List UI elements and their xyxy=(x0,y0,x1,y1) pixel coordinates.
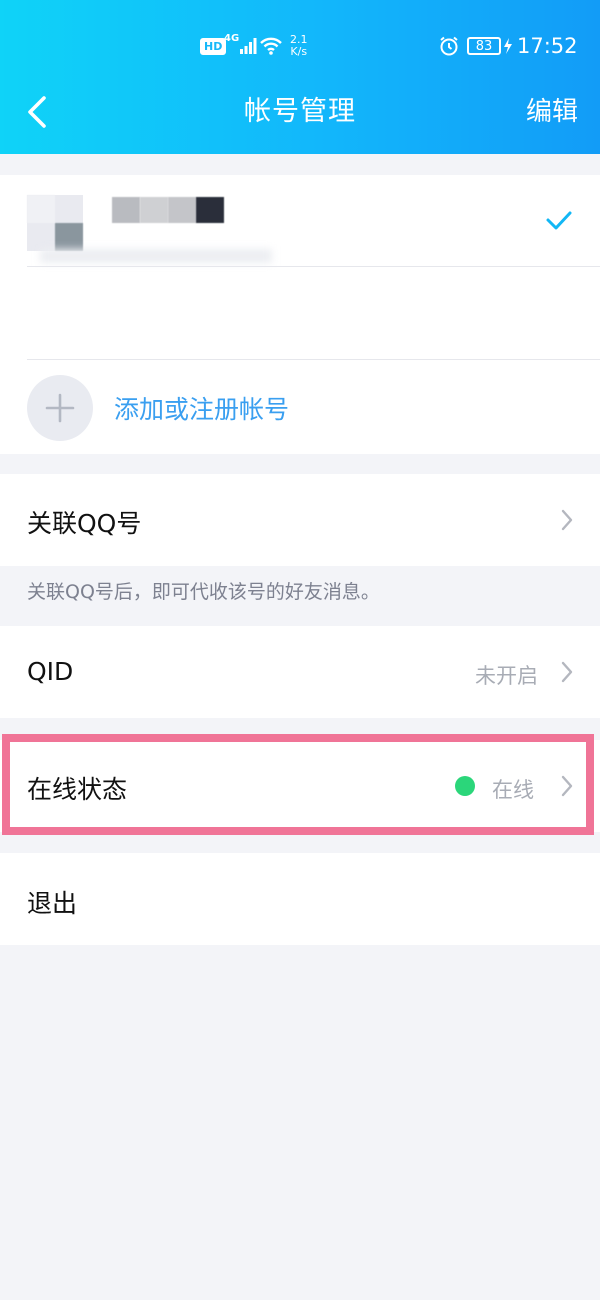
page-title: 帐号管理 xyxy=(244,96,356,127)
hd-badge: HD xyxy=(200,37,227,55)
add-account-row[interactable]: 添加或注册帐号 xyxy=(0,360,600,454)
link-qq-row[interactable]: 关联QQ号 xyxy=(0,474,600,566)
account-subtitle-blurred xyxy=(40,249,272,263)
online-status-label: 在线状态 xyxy=(27,775,128,804)
header: HD 4G 2.1 K/s 83 17:52 帐号管理 编辑 xyxy=(0,0,600,154)
network-speed: 2.1 K/s xyxy=(290,26,308,66)
edit-button[interactable]: 编辑 xyxy=(526,80,578,144)
hd-icon: HD xyxy=(200,26,227,66)
logout-label: 退出 xyxy=(27,889,78,918)
back-button[interactable] xyxy=(18,88,58,136)
account-row-current[interactable] xyxy=(0,175,600,265)
cellular-signal-icon: 4G xyxy=(224,26,257,66)
check-icon xyxy=(546,211,572,230)
online-status-row[interactable]: 在线状态 在线 xyxy=(0,740,600,832)
qid-label: QID xyxy=(27,657,74,686)
avatar xyxy=(27,195,83,251)
status-bar: HD 4G 2.1 K/s 83 17:52 xyxy=(0,26,600,66)
account-row-empty xyxy=(0,267,600,359)
network-type: 4G xyxy=(224,32,240,44)
qid-row[interactable]: QID 未开启 xyxy=(0,626,600,718)
battery-level: 83 xyxy=(467,37,501,55)
battery-icon: 83 xyxy=(467,26,513,66)
link-qq-label: 关联QQ号 xyxy=(27,509,142,538)
accounts-card: 添加或注册帐号 xyxy=(0,175,600,454)
qid-value: 未开启 xyxy=(475,664,538,688)
chevron-right-icon xyxy=(561,509,573,531)
charging-icon xyxy=(504,38,512,54)
add-circle xyxy=(27,375,93,441)
signal-bars-icon xyxy=(240,38,257,54)
chevron-right-icon xyxy=(561,775,573,797)
plus-icon xyxy=(45,393,75,423)
account-name-blurred xyxy=(112,197,224,223)
link-qq-hint: 关联QQ号后，即可代收该号的好友消息。 xyxy=(27,581,380,603)
nav-bar: 帐号管理 编辑 xyxy=(0,80,600,144)
add-account-label: 添加或注册帐号 xyxy=(114,395,290,424)
alarm-icon xyxy=(438,26,460,66)
clock: 17:52 xyxy=(517,34,578,58)
chevron-left-icon xyxy=(28,96,46,128)
wifi-icon xyxy=(259,26,283,66)
chevron-right-icon xyxy=(561,661,573,683)
online-dot xyxy=(455,776,475,796)
speed-unit: K/s xyxy=(290,45,308,58)
online-status-value: 在线 xyxy=(492,778,534,802)
logout-row[interactable]: 退出 xyxy=(0,853,600,945)
